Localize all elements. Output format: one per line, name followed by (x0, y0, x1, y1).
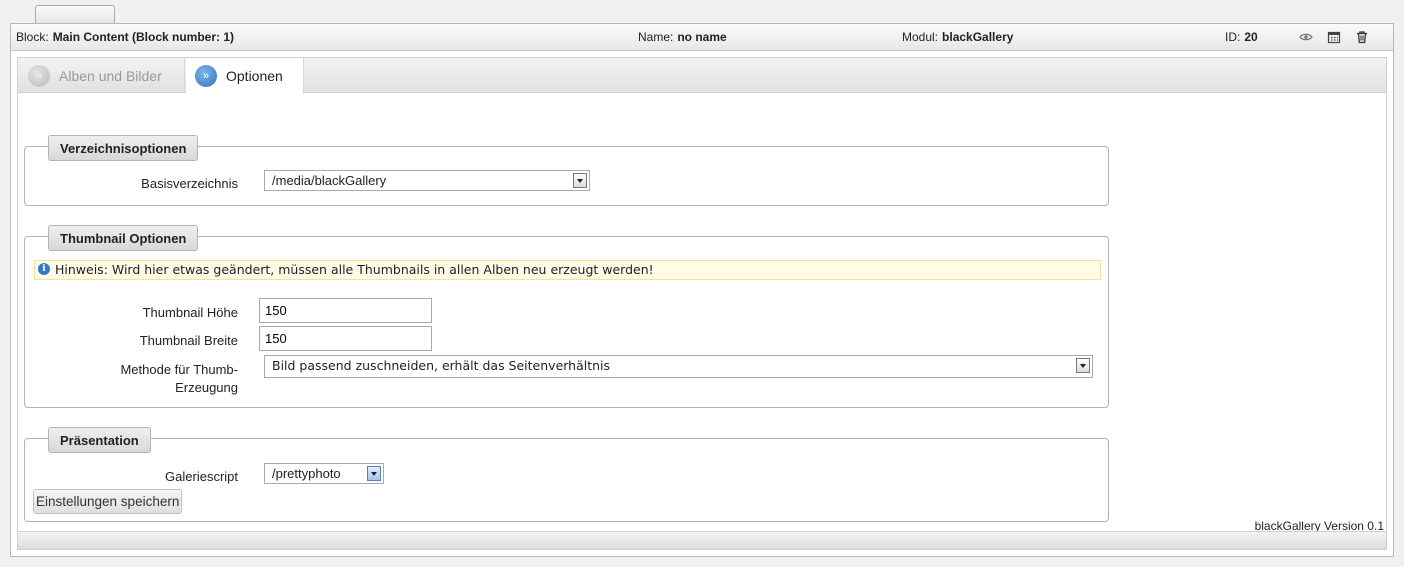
block-value: Main Content (Block number: 1) (52, 30, 235, 44)
calendar-icon[interactable] (1327, 30, 1341, 44)
block-label: Block: (16, 30, 49, 44)
top-tab-handle[interactable] (35, 5, 115, 24)
verzeichnis-fieldset: Verzeichnisoptionen Basisverzeichnis /me… (24, 135, 1109, 206)
praesentation-legend: Präsentation (48, 427, 151, 453)
thumbnail-hoehe-label: Thumbnail Höhe (142, 305, 238, 320)
tab-alben-und-bilder[interactable]: » Alben und Bilder (18, 58, 185, 93)
methode-label-line2: Erzeugung (175, 380, 238, 395)
basisverzeichnis-select[interactable]: /media/blackGallery (264, 170, 590, 191)
name-value: no name (677, 30, 727, 44)
galeriescript-label: Galeriescript (165, 469, 238, 484)
galeriescript-value: /prettyphoto (272, 466, 341, 481)
dropdown-arrow-icon (573, 173, 587, 188)
basisverzeichnis-value: /media/blackGallery (272, 173, 387, 188)
id-label: ID: (1225, 30, 1241, 44)
block-info: Block: Main Content (Block number: 1) (16, 30, 234, 44)
block-footer-bar (17, 531, 1387, 550)
name-info: Name: no name (638, 30, 727, 44)
eye-icon[interactable] (1299, 30, 1313, 44)
thumbnail-fieldset: Thumbnail Optionen i Hinweis: Wird hier … (24, 225, 1109, 408)
methode-select[interactable]: Bild passend zuschneiden, erhält das Sei… (264, 355, 1093, 378)
verzeichnis-legend: Verzeichnisoptionen (48, 135, 199, 161)
praesentation-fieldset: Präsentation Galeriescript /prettyphoto … (24, 427, 1109, 522)
info-icon: i (38, 263, 50, 275)
block-header: Block: Main Content (Block number: 1) Nam… (11, 24, 1393, 51)
trash-icon[interactable] (1355, 30, 1369, 44)
galeriescript-select[interactable]: /prettyphoto (264, 463, 384, 484)
id-info: ID: 20 (1225, 30, 1258, 44)
modul-value: blackGallery (942, 30, 1014, 44)
thumbnail-legend: Thumbnail Optionen (48, 225, 199, 251)
chevron-right-icon: » (28, 64, 50, 87)
modul-label: Modul: (902, 30, 939, 44)
basisverzeichnis-label: Basisverzeichnis (141, 176, 238, 191)
tab-label: Optionen (226, 68, 283, 84)
tab-optionen[interactable]: » Optionen (186, 58, 304, 94)
save-settings-button[interactable]: Einstellungen speichern (33, 489, 183, 514)
dropdown-arrow-icon (367, 466, 381, 481)
tab-bar: » Alben und Bilder » Optionen (18, 58, 1386, 94)
methode-label-line1: Methode für Thumb- (120, 362, 238, 377)
thumbnail-breite-label: Thumbnail Breite (139, 333, 238, 348)
header-actions (1299, 30, 1369, 44)
thumbnail-notice: i Hinweis: Wird hier etwas geändert, müs… (34, 260, 1101, 280)
thumbnail-hoehe-input[interactable] (259, 298, 432, 323)
modul-info: Modul: blackGallery (902, 30, 1013, 44)
dropdown-arrow-icon (1076, 358, 1090, 373)
notice-text: Hinweis: Wird hier etwas geändert, müsse… (55, 262, 654, 277)
content-block: Block: Main Content (Block number: 1) Nam… (10, 23, 1394, 557)
methode-label: Methode für Thumb- Erzeugung (38, 361, 238, 397)
options-panel: » Alben und Bilder » Optionen Verzeichni… (17, 57, 1387, 537)
chevron-right-icon: » (195, 65, 217, 87)
methode-value: Bild passend zuschneiden, erhält das Sei… (272, 358, 611, 373)
id-value: 20 (1244, 30, 1258, 44)
name-label: Name: (638, 30, 674, 44)
thumbnail-breite-input[interactable] (259, 326, 432, 351)
tab-label: Alben und Bilder (59, 67, 162, 84)
